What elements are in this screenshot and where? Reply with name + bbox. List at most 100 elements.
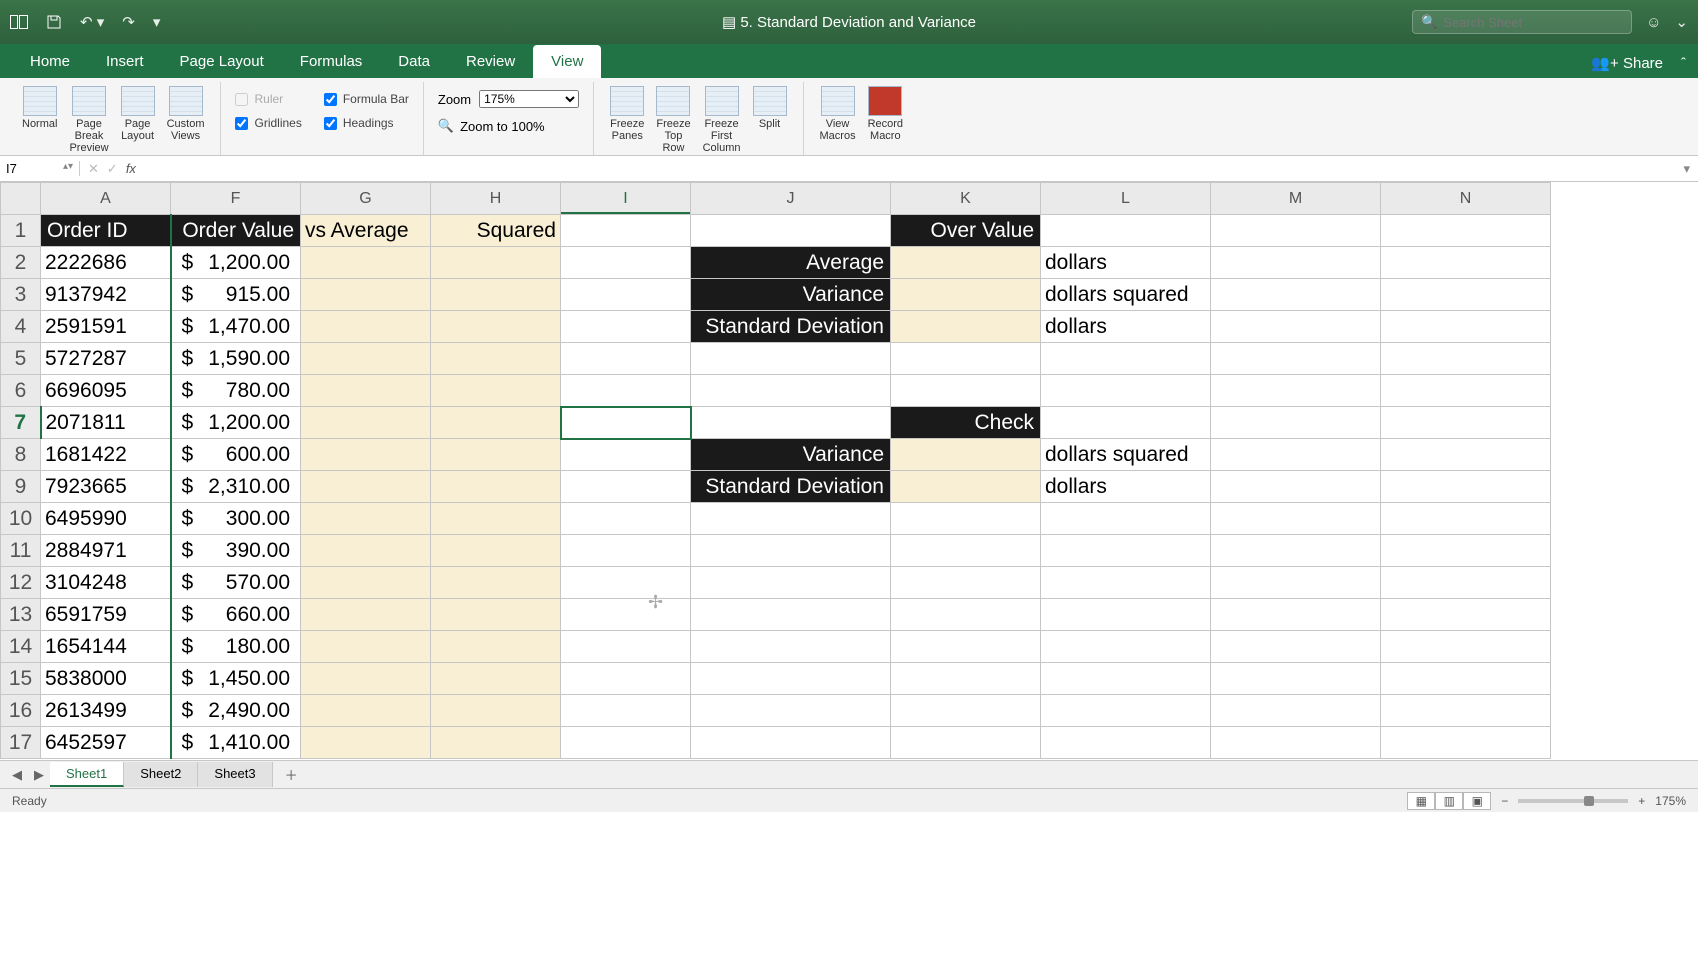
cell[interactable]	[1211, 631, 1381, 663]
calc-cell[interactable]	[301, 439, 431, 471]
calc-cell[interactable]	[301, 311, 431, 343]
cell[interactable]	[691, 407, 891, 439]
freeze-top-row-button[interactable]: FreezeTopRow	[650, 84, 696, 156]
row-header-12[interactable]: 12	[1, 567, 41, 599]
cell[interactable]	[561, 215, 691, 247]
zoom-to-100-button[interactable]: 🔍 Zoom to 100%	[438, 118, 579, 134]
calc-cell[interactable]	[431, 279, 561, 311]
col-header-K[interactable]: K	[891, 183, 1041, 215]
cell[interactable]	[891, 503, 1041, 535]
cell[interactable]	[1381, 311, 1551, 343]
calc-cell[interactable]	[431, 599, 561, 631]
cell[interactable]	[1041, 375, 1211, 407]
cell[interactable]	[561, 375, 691, 407]
name-box[interactable]: I7 ▴▾	[0, 161, 80, 176]
tab-data[interactable]: Data	[380, 45, 448, 78]
row-header-15[interactable]: 15	[1, 663, 41, 695]
tab-insert[interactable]: Insert	[88, 45, 162, 78]
cell[interactable]	[1381, 503, 1551, 535]
cell[interactable]	[1381, 471, 1551, 503]
calc-cell[interactable]	[301, 375, 431, 407]
fx-icon[interactable]: fx	[126, 161, 136, 176]
col-header-H[interactable]: H	[431, 183, 561, 215]
sheet-tab-sheet2[interactable]: Sheet2	[124, 762, 198, 787]
order-id-cell[interactable]: 6591759	[41, 599, 171, 631]
cell[interactable]	[691, 695, 891, 727]
calc-cell[interactable]	[301, 535, 431, 567]
split-button[interactable]: Split	[747, 84, 793, 132]
formula-input[interactable]	[144, 161, 1676, 176]
cell[interactable]	[561, 631, 691, 663]
cell[interactable]	[1211, 215, 1381, 247]
calc-cell[interactable]	[431, 311, 561, 343]
save-icon[interactable]	[46, 14, 62, 30]
row-header-10[interactable]: 10	[1, 503, 41, 535]
col-header-M[interactable]: M	[1211, 183, 1381, 215]
freeze-first-column-button[interactable]: FreezeFirstColumn	[697, 84, 747, 156]
view-normal-icon[interactable]: ▦	[1407, 792, 1435, 810]
calc-cell[interactable]	[431, 247, 561, 279]
calc-cell[interactable]	[431, 407, 561, 439]
order-value-cell[interactable]: $1,590.00	[171, 343, 301, 375]
cell[interactable]	[561, 503, 691, 535]
cell[interactable]	[1381, 407, 1551, 439]
calc-cell[interactable]	[301, 727, 431, 759]
stat-label[interactable]: Standard Deviation	[691, 471, 891, 503]
zoom-value[interactable]: 175%	[1655, 794, 1686, 808]
order-value-cell[interactable]: $570.00	[171, 567, 301, 599]
cell[interactable]	[1041, 503, 1211, 535]
cell[interactable]	[1211, 247, 1381, 279]
calc-cell[interactable]	[301, 599, 431, 631]
search-field[interactable]	[1443, 15, 1623, 30]
smile-feedback-icon[interactable]: ☺	[1646, 14, 1661, 31]
order-id-cell[interactable]: 7923665	[41, 471, 171, 503]
cell[interactable]	[691, 567, 891, 599]
row-header-6[interactable]: 6	[1, 375, 41, 407]
calc-cell[interactable]	[431, 375, 561, 407]
order-id-cell[interactable]: 3104248	[41, 567, 171, 599]
cell[interactable]	[561, 599, 691, 631]
cell[interactable]	[561, 311, 691, 343]
add-sheet-button[interactable]: ＋	[273, 761, 310, 788]
row-header-11[interactable]: 11	[1, 535, 41, 567]
calc-cell[interactable]	[301, 695, 431, 727]
formula-expand-icon[interactable]: ▾	[1675, 161, 1698, 177]
order-id-cell[interactable]: 6452597	[41, 727, 171, 759]
cell[interactable]	[1381, 247, 1551, 279]
order-value-cell[interactable]: $1,410.00	[171, 727, 301, 759]
order-value-cell[interactable]: $1,470.00	[171, 311, 301, 343]
calc-cell[interactable]	[301, 663, 431, 695]
calc-cell[interactable]	[301, 407, 431, 439]
cell[interactable]	[561, 695, 691, 727]
order-value-cell[interactable]: $2,490.00	[171, 695, 301, 727]
cell[interactable]	[1381, 695, 1551, 727]
zoom-slider[interactable]	[1518, 799, 1628, 803]
cell[interactable]	[1211, 375, 1381, 407]
cell[interactable]	[1211, 663, 1381, 695]
cell[interactable]	[1381, 599, 1551, 631]
page-layout-button[interactable]: PageLayout	[115, 84, 161, 144]
calc-cell[interactable]	[301, 503, 431, 535]
view-macros-button[interactable]: ViewMacros	[814, 84, 862, 144]
view-break-icon[interactable]: ▣	[1463, 792, 1491, 810]
col-header-I[interactable]: I	[561, 183, 691, 215]
cell[interactable]	[1211, 311, 1381, 343]
cell[interactable]	[691, 343, 891, 375]
order-id-cell[interactable]: 1654144	[41, 631, 171, 663]
col-header-L[interactable]: L	[1041, 183, 1211, 215]
stat-label[interactable]: Average	[691, 247, 891, 279]
col-header-G[interactable]: G	[301, 183, 431, 215]
cell[interactable]	[1381, 535, 1551, 567]
active-cell[interactable]	[561, 407, 691, 439]
custom-views-button[interactable]: CustomViews	[161, 84, 211, 144]
row-header-8[interactable]: 8	[1, 439, 41, 471]
cell[interactable]	[1211, 471, 1381, 503]
cell[interactable]	[561, 279, 691, 311]
cell[interactable]	[1041, 727, 1211, 759]
cell[interactable]	[1381, 631, 1551, 663]
calc-cell[interactable]	[431, 663, 561, 695]
cell[interactable]	[1041, 695, 1211, 727]
header-cell[interactable]: vs Average	[301, 215, 431, 247]
cell[interactable]	[1211, 279, 1381, 311]
cell[interactable]	[1211, 343, 1381, 375]
